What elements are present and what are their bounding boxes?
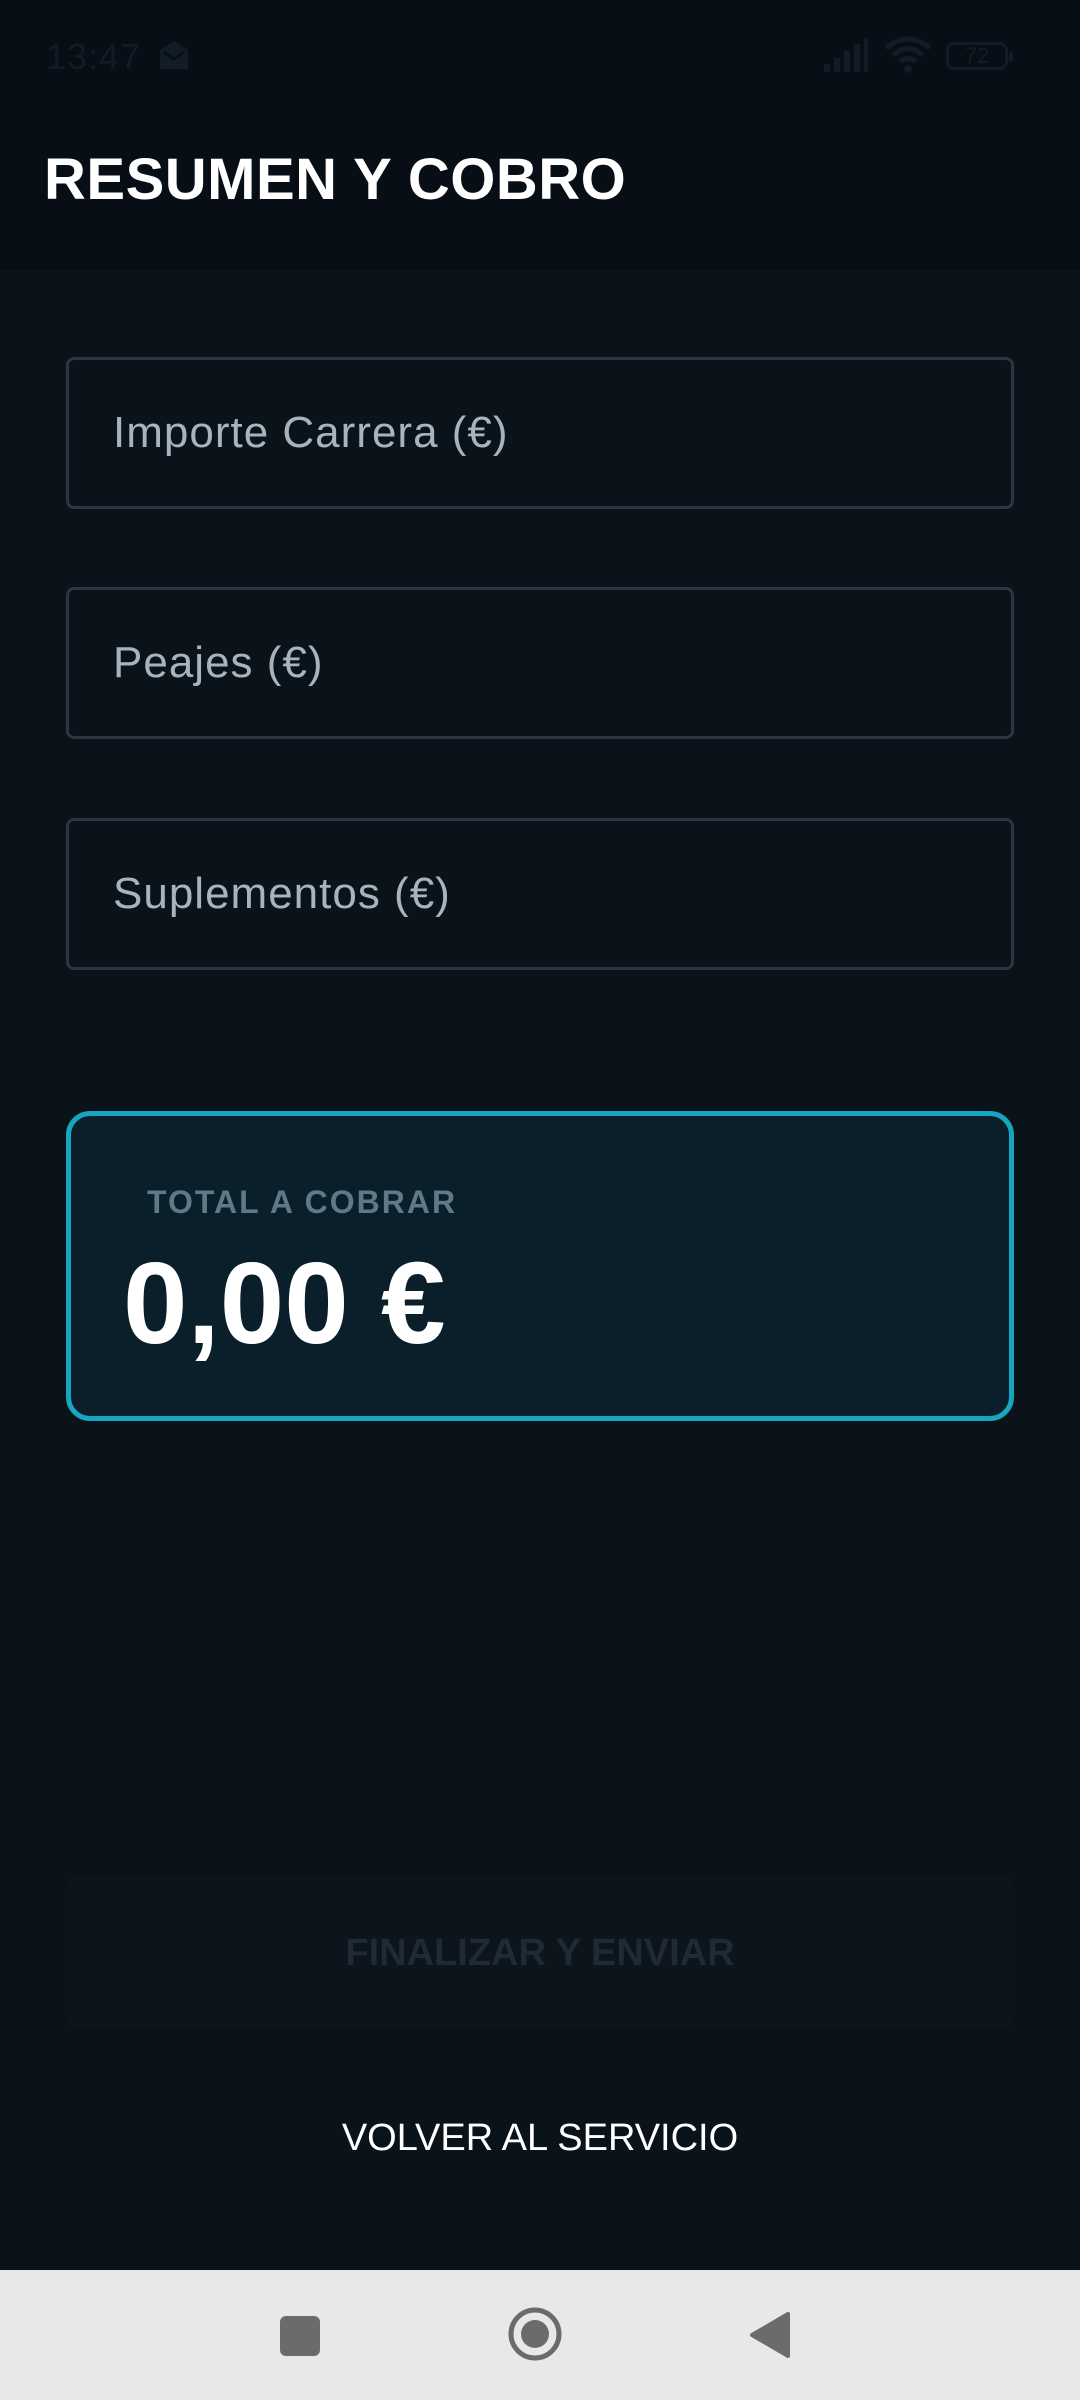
page-title: RESUMEN Y COBRO [44, 147, 627, 212]
battery-icon: 72 [946, 42, 1013, 70]
peajes-field[interactable] [66, 587, 1014, 739]
system-nav-bar [0, 2270, 1080, 2400]
status-time: 13:47 [46, 36, 142, 77]
back-to-service-button[interactable]: VOLVER AL SERVICIO [240, 2100, 840, 2174]
status-bar: 13:47 72 [0, 0, 1080, 110]
peajes-input[interactable] [69, 590, 1011, 736]
signal-icon [824, 38, 868, 72]
wifi-icon [884, 36, 932, 73]
total-value: 0,00 € [123, 1238, 446, 1368]
app-header: RESUMEN Y COBRO [0, 110, 1080, 270]
back-icon[interactable] [748, 2310, 792, 2360]
importe-carrera-input[interactable] [69, 360, 1011, 506]
notification-icon [160, 41, 188, 69]
suplementos-field[interactable] [66, 818, 1014, 970]
payment-summary-screen: 13:47 72 RESUMEN Y COBRO Importe Carrera… [0, 0, 1080, 2400]
finalize-send-button[interactable]: FINALIZAR Y ENVIAR [66, 1877, 1014, 2027]
total-label: TOTAL A COBRAR [147, 1184, 458, 1220]
home-icon[interactable] [507, 2306, 563, 2362]
recents-icon[interactable] [280, 2316, 320, 2356]
suplementos-input[interactable] [69, 821, 1011, 967]
battery-level: 72 [964, 43, 990, 68]
importe-carrera-field[interactable] [66, 357, 1014, 509]
total-card: TOTAL A COBRAR 0,00 € [66, 1111, 1014, 1421]
